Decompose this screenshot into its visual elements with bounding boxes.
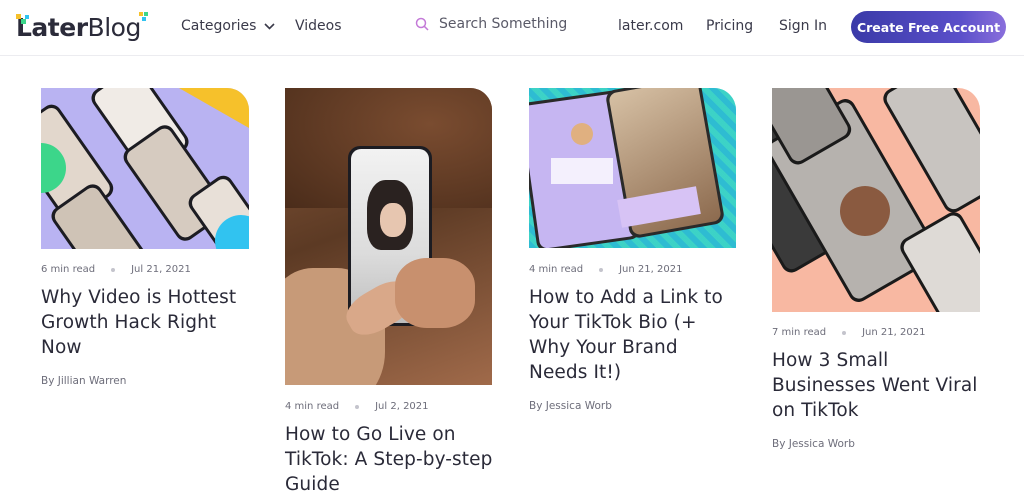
read-time: 4 min read [285, 401, 340, 412]
later-blog-logo[interactable]: LaterBlog [14, 12, 148, 42]
nav-categories[interactable]: Categories [181, 18, 276, 34]
nav-categories-label: Categories [181, 18, 257, 34]
separator-dot [842, 330, 847, 335]
search-icon [415, 17, 429, 31]
read-time: 6 min read [41, 264, 96, 275]
logo-pixel-tail-icon [138, 12, 148, 21]
search-input[interactable]: Search Something [415, 16, 567, 32]
publish-date: Jun 21, 2021 [619, 264, 683, 275]
publish-date: Jun 21, 2021 [862, 327, 926, 338]
read-time: 7 min read [772, 327, 827, 338]
article-thumbnail[interactable] [41, 88, 249, 249]
article-title[interactable]: How to Go Live on TikTok: A Step-by-step… [285, 422, 495, 497]
chevron-down-icon [264, 22, 276, 30]
nav-later-com[interactable]: later.com [618, 18, 683, 34]
article-author[interactable]: By Jessica Worb [772, 438, 855, 450]
nav-sign-in[interactable]: Sign In [779, 18, 827, 34]
article-title[interactable]: Why Video is Hottest Growth Hack Right N… [41, 285, 251, 360]
article-thumbnail[interactable] [772, 88, 980, 312]
logo-light-text: Blog [87, 12, 142, 42]
nav-videos[interactable]: Videos [295, 18, 342, 34]
article-meta: 6 min read Jul 21, 2021 [41, 264, 191, 275]
read-time: 4 min read [529, 264, 584, 275]
separator-dot [355, 404, 360, 409]
article-meta: 4 min read Jul 2, 2021 [285, 401, 429, 412]
article-author[interactable]: By Jessica Worb [529, 400, 612, 412]
logo-pixel-icon [16, 14, 29, 24]
create-free-account-button[interactable]: Create Free Account [851, 11, 1006, 43]
separator-dot [599, 267, 604, 272]
publish-date: Jul 21, 2021 [131, 264, 191, 275]
search-placeholder: Search Something [439, 16, 568, 32]
separator-dot [111, 267, 116, 272]
article-author[interactable]: By Jillian Warren [41, 375, 126, 387]
site-header: LaterBlog Categories Videos Search Somet… [0, 0, 1024, 56]
article-meta: 4 min read Jun 21, 2021 [529, 264, 682, 275]
article-thumbnail[interactable] [285, 88, 492, 385]
publish-date: Jul 2, 2021 [375, 401, 429, 412]
article-title[interactable]: How 3 Small Businesses Went Viral on Tik… [772, 348, 982, 423]
nav-pricing[interactable]: Pricing [706, 18, 753, 34]
article-thumbnail[interactable] [529, 88, 736, 248]
article-meta: 7 min read Jun 21, 2021 [772, 327, 925, 338]
article-title[interactable]: How to Add a Link to Your TikTok Bio (+ … [529, 285, 739, 385]
